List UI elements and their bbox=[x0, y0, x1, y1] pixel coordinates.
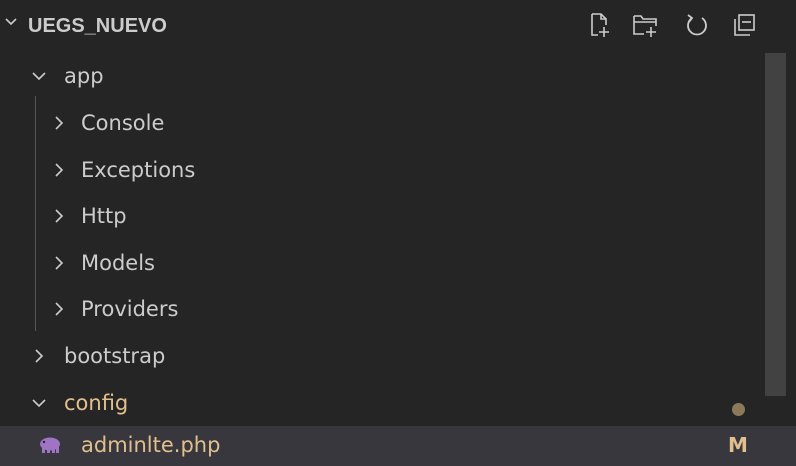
tree-item-http[interactable]: Http bbox=[0, 193, 796, 239]
new-file-icon[interactable] bbox=[584, 10, 614, 40]
tree-item-app[interactable]: app bbox=[0, 53, 796, 99]
tree-item-console[interactable]: Console bbox=[0, 100, 796, 146]
tree-item-label: Models bbox=[81, 251, 155, 275]
tree-item-bootstrap[interactable]: bootstrap bbox=[0, 333, 796, 379]
tree-item-label: adminlte.php bbox=[81, 433, 221, 457]
tree-item-label: config bbox=[64, 391, 129, 415]
chevron-down-icon bbox=[32, 72, 46, 81]
tree-item-adminlte-php[interactable]: adminlte.php M bbox=[0, 426, 796, 466]
new-folder-icon[interactable] bbox=[630, 10, 660, 40]
tree-item-models[interactable]: Models bbox=[0, 240, 796, 286]
modified-dot bbox=[732, 403, 745, 416]
collapse-all-icon[interactable] bbox=[730, 10, 760, 40]
tree-item-label: app bbox=[64, 64, 104, 88]
explorer-panel: UEGS_NUEVO app Console Exceptions Http M… bbox=[0, 0, 796, 466]
chevron-down-icon[interactable] bbox=[4, 15, 18, 29]
tree-item-exceptions[interactable]: Exceptions bbox=[0, 147, 796, 193]
workspace-title[interactable]: UEGS_NUEVO bbox=[28, 14, 167, 38]
scrollbar-thumb[interactable] bbox=[765, 53, 786, 396]
tree-item-label: bootstrap bbox=[64, 344, 166, 368]
chevron-right-icon bbox=[55, 209, 64, 223]
chevron-right-icon bbox=[55, 302, 64, 316]
chevron-down-icon bbox=[32, 399, 46, 408]
chevron-right-icon bbox=[35, 349, 44, 363]
php-elephant-icon bbox=[40, 437, 60, 453]
git-status-badge: M bbox=[728, 433, 748, 457]
chevron-right-icon bbox=[55, 163, 64, 177]
explorer-header[interactable]: UEGS_NUEVO bbox=[0, 0, 796, 50]
tree-item-label: Providers bbox=[81, 297, 179, 321]
tree-item-label: Console bbox=[81, 111, 165, 135]
tree-item-providers[interactable]: Providers bbox=[0, 286, 796, 332]
chevron-right-icon bbox=[55, 116, 64, 130]
chevron-right-icon bbox=[55, 256, 64, 270]
tree-item-config[interactable]: config bbox=[0, 380, 796, 426]
tree-item-label: Exceptions bbox=[81, 158, 196, 182]
tree-item-label: Http bbox=[81, 204, 127, 228]
refresh-icon[interactable] bbox=[682, 10, 712, 40]
